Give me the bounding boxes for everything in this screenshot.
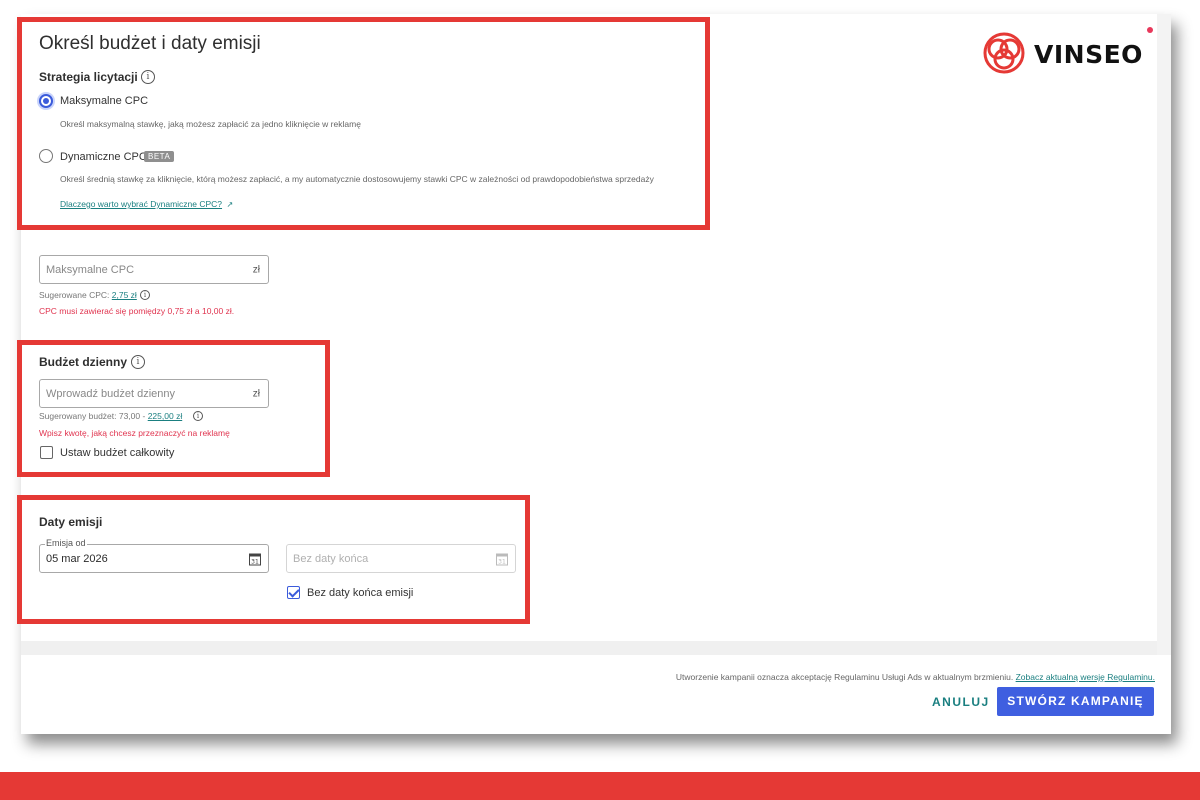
max-cpc-placeholder: Maksymalne CPC <box>46 263 135 276</box>
info-icon[interactable]: i <box>140 290 150 300</box>
logo-text: VINSEO <box>1034 40 1143 69</box>
suggested-cpc: Sugerowane CPC: 2,75 zł <box>39 290 137 300</box>
max-cpc-currency: zł <box>252 264 260 275</box>
terms-link[interactable]: Zobacz aktualną wersję Regulaminu. <box>1016 672 1155 682</box>
stage: VINSEO Określ budżet i daty emisji Strat… <box>0 0 1200 800</box>
panel-scroll-gutter <box>1157 14 1171 655</box>
terms-note: Utworzenie kampanii oznacza akceptację R… <box>676 672 1155 682</box>
cancel-button[interactable]: ANULUJ <box>932 695 990 709</box>
terms-text: Utworzenie kampanii oznacza akceptację R… <box>675 672 1014 682</box>
highlight-frame-budget <box>17 340 330 477</box>
cpc-error: CPC musi zawierać się pomiędzy 0,75 zł a… <box>39 306 235 316</box>
suggested-cpc-label: Sugerowane CPC: <box>39 290 110 300</box>
panel-divider <box>21 641 1171 655</box>
suggested-cpc-value[interactable]: 2,75 zł <box>112 290 137 300</box>
logo-mark-icon <box>983 32 1025 74</box>
vinseo-logo: VINSEO <box>982 27 1153 79</box>
highlight-frame-strategy <box>17 17 710 230</box>
create-campaign-button[interactable]: STWÓRZ KAMPANIĘ <box>997 687 1154 716</box>
bottom-accent-bar <box>0 772 1200 800</box>
highlight-frame-dates <box>17 495 530 624</box>
logo-dot <box>1147 27 1153 33</box>
max-cpc-input[interactable]: Maksymalne CPC zł <box>39 255 269 284</box>
